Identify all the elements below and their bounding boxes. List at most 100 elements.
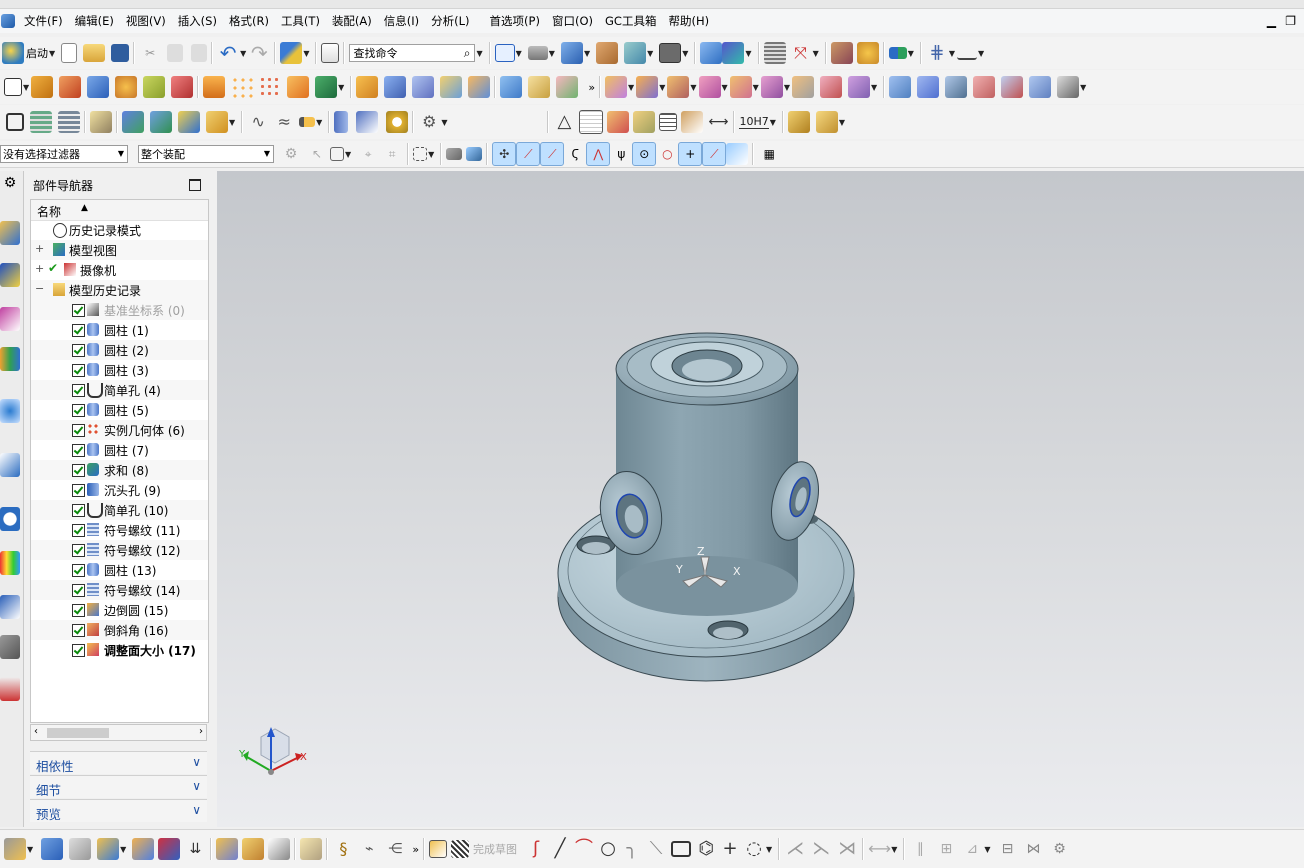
command-finder-icon[interactable] <box>321 43 340 63</box>
selection-tools-dropdown-icon[interactable]: ▼ <box>303 49 309 58</box>
pipe-icon[interactable]: ⌁ <box>358 838 380 860</box>
move-component-icon[interactable] <box>636 76 659 98</box>
sketch-task-icon[interactable] <box>429 840 448 858</box>
block-icon[interactable] <box>87 76 110 98</box>
boolean-dropdown-icon[interactable]: ▼ <box>338 83 344 92</box>
feature-checkbox[interactable] <box>72 544 85 557</box>
balloon-icon[interactable] <box>633 111 656 133</box>
scroll-right-icon[interactable]: › <box>199 726 203 737</box>
finish-sketch-button[interactable]: 完成草图 <box>473 841 517 857</box>
edge-display-icon[interactable] <box>596 42 619 64</box>
show-constraints-icon[interactable]: ⊿ <box>961 838 983 860</box>
more-overflow-icon[interactable]: » <box>588 81 595 94</box>
column-header[interactable]: 名称 ▲ <box>31 200 208 221</box>
assembly-constraint-dropdown-icon[interactable]: ▼ <box>690 83 696 92</box>
mirror-icon[interactable] <box>556 76 579 98</box>
system-materials-icon[interactable] <box>0 551 20 575</box>
offset-surface-icon[interactable] <box>1029 76 1052 98</box>
new-file-icon[interactable] <box>61 43 78 63</box>
dependencies-panel[interactable]: 相依性 ∨ <box>30 751 207 774</box>
snap-quadrant-icon[interactable]: ○ <box>656 143 678 165</box>
sketch-icon[interactable] <box>4 78 22 96</box>
through-curves-icon[interactable] <box>917 76 940 98</box>
expand-icon[interactable]: + <box>35 242 44 255</box>
studio-surface-icon[interactable] <box>945 76 968 98</box>
pattern-icon[interactable] <box>231 76 254 98</box>
cut-icon[interactable]: ✂ <box>139 42 161 64</box>
part-file-icon[interactable] <box>41 838 64 860</box>
annotation-dropdown-icon[interactable]: ▼ <box>229 118 235 127</box>
feature-row[interactable]: 符号螺纹 (11) <box>31 520 208 540</box>
feature-checkbox[interactable] <box>72 304 85 317</box>
spline-icon[interactable]: ≈ <box>273 111 295 133</box>
modeling-app-dropdown-icon[interactable]: ▼ <box>27 845 33 854</box>
arc-icon[interactable]: ⌒ <box>573 838 595 860</box>
geometric-constraint-icon[interactable]: ∥ <box>909 838 931 860</box>
mirror-assembly-icon[interactable] <box>698 76 721 98</box>
trim-sheet-icon[interactable] <box>1057 76 1080 98</box>
rapid-dimension-icon[interactable]: ⟷ <box>868 838 891 860</box>
analysis-dropdown-icon[interactable]: ▼ <box>908 49 914 58</box>
render-style-dropdown-icon[interactable]: ▼ <box>584 49 590 58</box>
tree-node-4[interactable]: − 模型历史记录 <box>31 280 208 300</box>
menu-edit[interactable]: 编辑(E) <box>69 13 120 29</box>
modeling-app-icon[interactable] <box>4 838 26 860</box>
note-icon[interactable] <box>659 113 678 131</box>
open-folder-icon[interactable] <box>83 44 106 62</box>
box-select-icon[interactable] <box>413 147 428 161</box>
select-region-icon[interactable] <box>330 147 344 161</box>
mirror-assembly-dropdown-icon[interactable]: ▼ <box>722 83 728 92</box>
undo-icon[interactable]: ↶ <box>217 42 239 64</box>
feature-row[interactable]: 圆柱 (7) <box>31 440 208 460</box>
chevron-down-icon[interactable]: ∨ <box>192 755 201 769</box>
feature-checkbox[interactable] <box>72 444 85 457</box>
gc-dropdown-icon[interactable]: ▼ <box>839 118 845 127</box>
feature-row[interactable]: 实例几何体 (6) <box>31 420 208 440</box>
redo-icon[interactable]: ↷ <box>248 42 270 64</box>
move-component-dropdown-icon[interactable]: ▼ <box>659 83 665 92</box>
chamfer-sketch-icon[interactable]: ⟍ <box>645 838 667 860</box>
snap-grid-dropdown-icon[interactable]: ▼ <box>949 49 955 58</box>
quick-trim-icon[interactable]: ⋌ <box>784 838 806 860</box>
feature-row[interactable]: 求和 (8) <box>31 460 208 480</box>
sketch-more-icon[interactable]: ⚙ <box>1049 838 1071 860</box>
menu-preferences[interactable]: 首选项(P) <box>484 13 546 29</box>
table-icon[interactable] <box>579 110 604 134</box>
history-icon[interactable] <box>0 453 20 477</box>
feature-checkbox[interactable] <box>72 644 85 657</box>
minimize-icon[interactable]: ▁ <box>1267 14 1276 28</box>
feature-checkbox[interactable] <box>72 384 85 397</box>
clearance-icon[interactable] <box>791 76 814 98</box>
object-info-icon[interactable] <box>856 42 879 64</box>
shell-icon[interactable] <box>412 76 435 98</box>
feature-checkbox[interactable] <box>72 344 85 357</box>
menu-tools[interactable]: 工具(T) <box>275 13 326 29</box>
snap-grid-icon[interactable]: ⋕ <box>926 42 948 64</box>
feature-row[interactable]: 圆柱 (3) <box>31 360 208 380</box>
sphere-icon[interactable] <box>171 76 194 98</box>
cylinder-tool-icon[interactable] <box>115 76 138 98</box>
view-triad[interactable]: X Y <box>238 727 307 775</box>
feature-checkbox[interactable] <box>72 524 85 537</box>
menu-view[interactable]: 视图(V) <box>120 13 172 29</box>
clip-section-icon[interactable] <box>722 42 745 64</box>
offset-face-icon[interactable] <box>468 76 491 98</box>
snap-center-icon[interactable]: ⊙ <box>632 142 657 166</box>
show-constraints-dropdown-icon[interactable]: ▼ <box>984 845 990 854</box>
snap-points-icon[interactable]: ✣ <box>492 142 517 166</box>
surface-more-dropdown-icon[interactable]: ▼ <box>1080 83 1086 92</box>
assembly-constraint-icon[interactable] <box>667 76 690 98</box>
feature-checkbox[interactable] <box>72 504 85 517</box>
scope-select[interactable]: 整个装配 ▼ <box>138 145 274 163</box>
surface-icon[interactable] <box>889 76 912 98</box>
expand-icon[interactable]: + <box>35 262 44 275</box>
ruler-icon[interactable] <box>957 46 978 60</box>
feature-row[interactable]: 倒斜角 (16) <box>31 620 208 640</box>
bottom-overflow-icon[interactable]: » <box>412 843 419 856</box>
navigator-maximize-icon[interactable] <box>189 179 201 191</box>
undo-dropdown-icon[interactable]: ▼ <box>240 49 246 58</box>
analysis-icon[interactable] <box>888 47 907 59</box>
quick-extend-icon[interactable]: ⋋ <box>810 838 832 860</box>
explode-view-icon[interactable] <box>729 76 752 98</box>
snap-control-icon[interactable]: ⋀ <box>586 142 611 166</box>
